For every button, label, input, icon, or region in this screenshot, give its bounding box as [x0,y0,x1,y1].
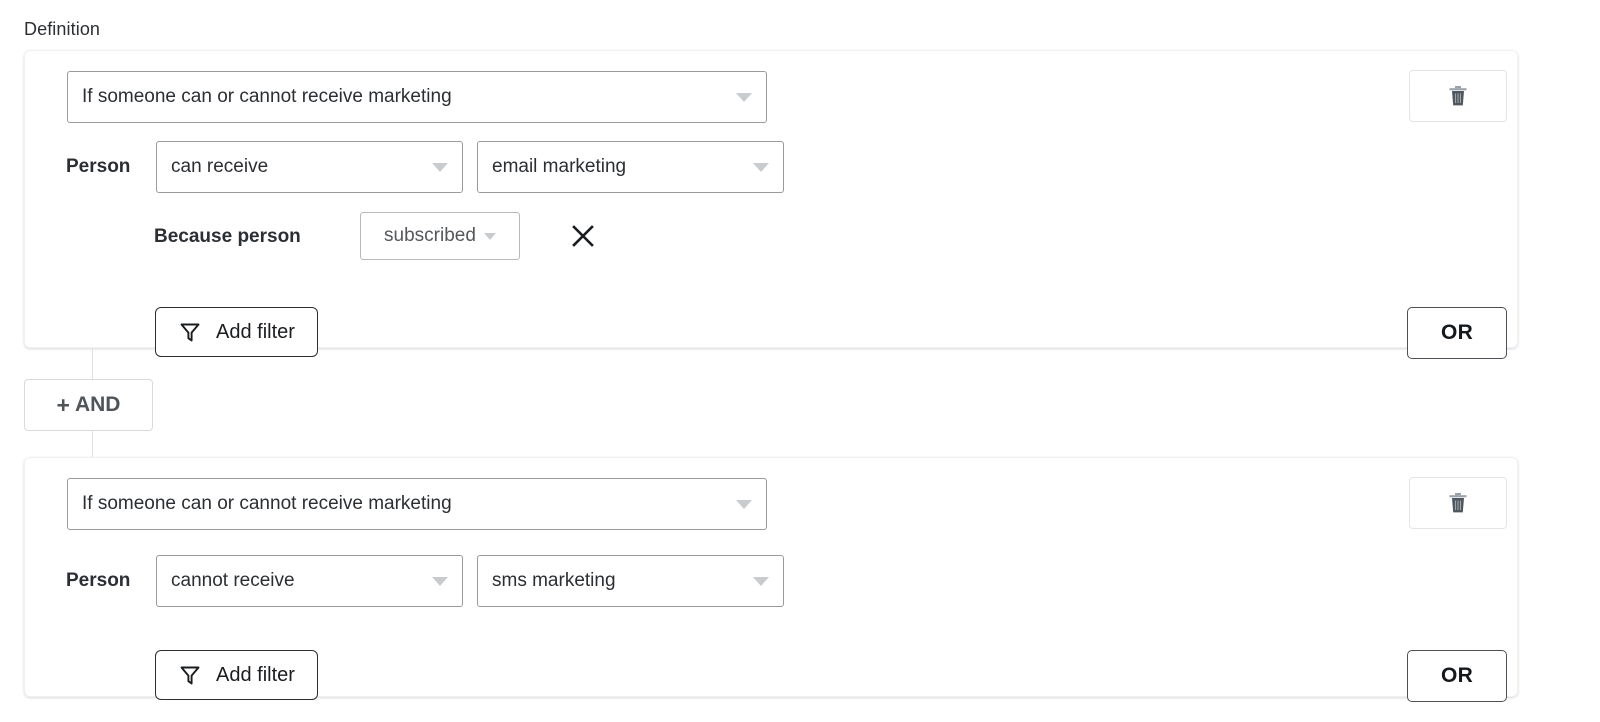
or-button[interactable]: OR [1407,650,1507,702]
definition-builder: Definition If someone can or cannot rece… [0,0,1600,722]
chevron-down-icon [736,499,752,509]
or-button[interactable]: OR [1407,307,1507,359]
trash-icon [1449,493,1467,513]
operator-select[interactable]: can receive [156,141,463,193]
channel-select[interactable]: email marketing [477,141,784,193]
or-button-label: OR [1440,664,1474,687]
remove-reason-button[interactable] [563,216,603,256]
filter-funnel-icon [180,666,200,685]
or-button-label: OR [1440,321,1474,344]
chevron-down-icon [753,576,769,586]
channel-select-value: email marketing [492,156,627,177]
trigger-select[interactable]: If someone can or cannot receive marketi… [67,478,767,530]
trash-icon [1449,86,1467,106]
close-icon [572,225,594,247]
add-filter-button[interactable]: Add filter [155,307,318,357]
chevron-down-icon [753,162,769,172]
trigger-select-value: If someone can or cannot receive marketi… [82,86,452,107]
add-and-group-button[interactable]: + AND [24,379,153,431]
chevron-down-icon [432,576,448,586]
subject-label: Person [66,570,131,591]
subject-label: Person [66,156,131,177]
chevron-down-icon [736,92,752,102]
trigger-select-value: If someone can or cannot receive marketi… [82,493,452,514]
reason-label: Because person [154,226,301,247]
filter-funnel-icon [180,323,200,342]
condition-group-card: If someone can or cannot receive marketi… [24,457,1518,702]
operator-select[interactable]: cannot receive [156,555,463,607]
trigger-select[interactable]: If someone can or cannot receive marketi… [67,71,767,123]
operator-select-value: can receive [171,156,269,177]
reason-select-value: subscribed [384,225,476,246]
reason-select[interactable]: subscribed [360,212,520,260]
and-button-label: AND [74,393,121,416]
delete-group-button[interactable] [1409,477,1507,529]
page-title: Definition [24,19,101,39]
channel-select[interactable]: sms marketing [477,555,784,607]
add-filter-button[interactable]: Add filter [155,650,318,700]
operator-select-value: cannot receive [171,570,295,591]
channel-select-value: sms marketing [492,570,616,591]
plus-icon: + [56,391,70,418]
delete-group-button[interactable] [1409,70,1507,122]
add-filter-label: Add filter [216,663,295,686]
chevron-down-icon [483,232,496,240]
condition-group-card: If someone can or cannot receive marketi… [24,50,1518,359]
add-filter-label: Add filter [216,320,295,343]
chevron-down-icon [432,162,448,172]
